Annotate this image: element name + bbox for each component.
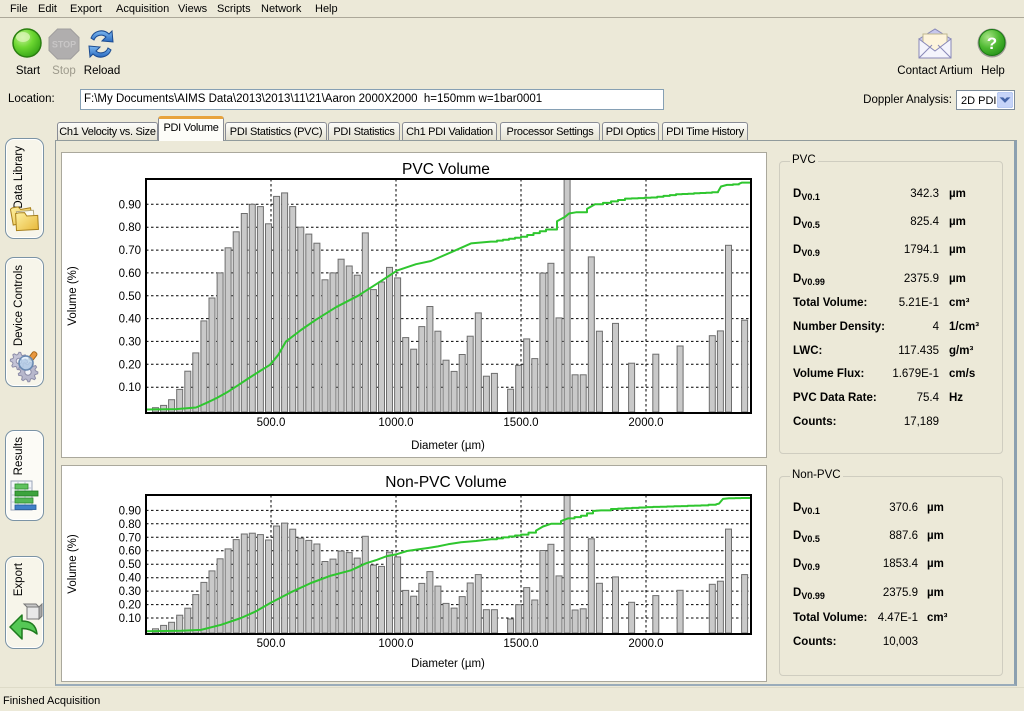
svg-text:0.10: 0.10 — [119, 382, 141, 394]
svg-text:0.60: 0.60 — [119, 546, 141, 558]
svg-text:1000.0: 1000.0 — [378, 417, 413, 429]
svg-text:0.20: 0.20 — [119, 359, 141, 371]
svg-text:500.0: 500.0 — [257, 417, 286, 429]
svg-text:0.80: 0.80 — [119, 222, 141, 234]
svg-text:0.60: 0.60 — [119, 268, 141, 280]
svg-text:1000.0: 1000.0 — [378, 638, 413, 650]
svg-text:2000.0: 2000.0 — [628, 638, 663, 650]
svg-text:0.50: 0.50 — [119, 291, 141, 303]
svg-text:0.30: 0.30 — [119, 336, 141, 348]
svg-text:PVC Volume: PVC Volume — [402, 161, 490, 178]
svg-text:0.10: 0.10 — [119, 613, 141, 625]
svg-text:0.80: 0.80 — [119, 519, 141, 531]
svg-text:1500.0: 1500.0 — [503, 638, 538, 650]
svg-text:0.30: 0.30 — [119, 586, 141, 598]
svg-text:Diameter (µm): Diameter (µm) — [411, 440, 485, 452]
svg-text:1500.0: 1500.0 — [503, 417, 538, 429]
svg-text:STOP: STOP — [52, 40, 76, 50]
svg-text:?: ? — [987, 34, 997, 53]
svg-text:0.70: 0.70 — [119, 245, 141, 257]
svg-text:0.90: 0.90 — [119, 199, 141, 211]
svg-text:0.90: 0.90 — [119, 505, 141, 517]
svg-text:Non-PVC Volume: Non-PVC Volume — [385, 474, 506, 491]
svg-text:500.0: 500.0 — [257, 638, 286, 650]
svg-text:2000.0: 2000.0 — [628, 417, 663, 429]
svg-text:0.20: 0.20 — [119, 600, 141, 612]
svg-text:0.50: 0.50 — [119, 559, 141, 571]
svg-text:Diameter (µm): Diameter (µm) — [411, 658, 485, 670]
svg-text:Volume (%): Volume (%) — [67, 534, 79, 594]
svg-text:0.40: 0.40 — [119, 314, 141, 326]
svg-text:0.40: 0.40 — [119, 573, 141, 585]
svg-text:Volume (%): Volume (%) — [67, 266, 79, 326]
svg-text:0.70: 0.70 — [119, 532, 141, 544]
